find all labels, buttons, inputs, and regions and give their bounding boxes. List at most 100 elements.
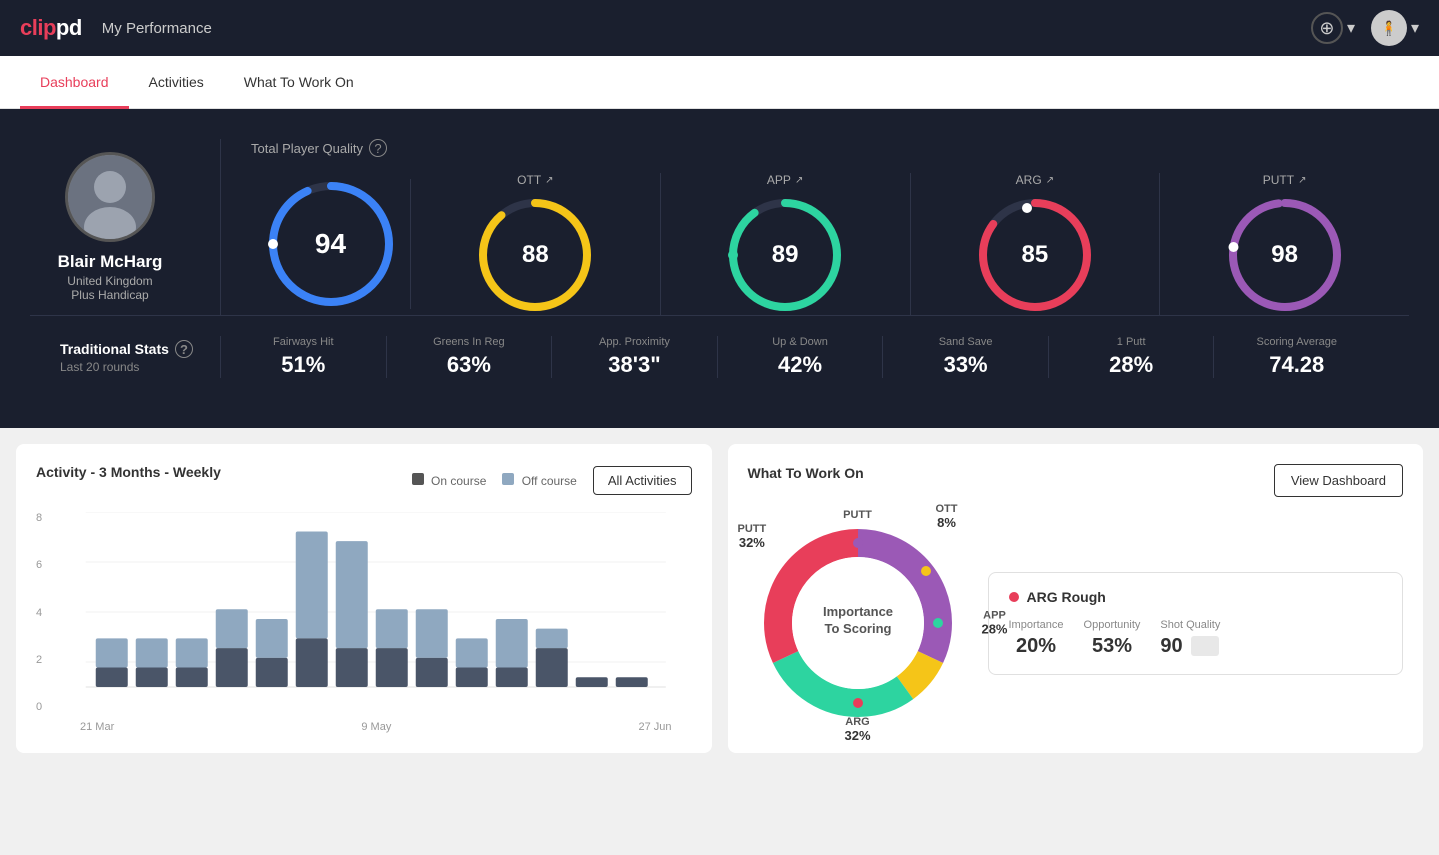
top-nav: clippd My Performance ⊕ ▾ 🧍 ▾ — [0, 0, 1439, 56]
putt-label: PUTT ↗ — [1263, 173, 1307, 187]
putt-circle: 98 — [1225, 195, 1345, 315]
quality-circles: 94 OTT ↗ 88 — [251, 173, 1409, 315]
trad-label: Traditional Stats ? Last 20 rounds — [60, 340, 220, 374]
arg-arrow-icon: ↗ — [1046, 175, 1054, 186]
tab-activities[interactable]: Activities — [129, 56, 224, 109]
arg-circle: 85 — [975, 195, 1095, 315]
arg-value: 85 — [1022, 241, 1049, 269]
arg-rough-card: ARG Rough Importance 20% Opportunity 53%… — [988, 572, 1404, 675]
legend-on-course-dot — [412, 473, 424, 485]
quality-info-icon[interactable]: ? — [369, 139, 387, 157]
tab-what-to-work-on[interactable]: What To Work On — [224, 56, 374, 109]
label-ott: OTT 8% — [936, 503, 958, 530]
nav-avatar-dropdown[interactable]: 🧍 ▾ — [1371, 10, 1419, 46]
stat-greens: Greens In Reg 63% — [386, 336, 552, 378]
trad-info-icon[interactable]: ? — [175, 340, 193, 358]
logo-clip-part: clip — [20, 15, 56, 40]
ott-circle: 88 — [475, 195, 595, 315]
donut-svg: Importance To Scoring — [748, 513, 968, 733]
arg-rough-title: ARG Rough — [1009, 589, 1383, 605]
chart-x-labels: 21 Mar 9 May 27 Jun — [60, 721, 692, 733]
label-app: APP 28% — [981, 610, 1007, 637]
nav-add-chevron: ▾ — [1347, 18, 1355, 38]
nav-add-dropdown[interactable]: ⊕ ▾ — [1311, 12, 1355, 44]
nav-title: My Performance — [102, 20, 212, 37]
stat-oneputt: 1 Putt 28% — [1048, 336, 1214, 378]
hero-section: Blair McHarg United Kingdom Plus Handica… — [0, 109, 1439, 428]
chart-controls: On course Off course All Activities — [412, 466, 692, 495]
arg-rough-metrics: Importance 20% Opportunity 53% Shot Qual… — [1009, 619, 1383, 658]
ott-value: 88 — [522, 241, 549, 269]
profile-section: Blair McHarg United Kingdom Plus Handica… — [30, 152, 190, 302]
arg-label: ARG ↗ — [1016, 173, 1054, 187]
nav-right: ⊕ ▾ 🧍 ▾ — [1311, 10, 1419, 46]
stat-updown: Up & Down 42% — [717, 336, 883, 378]
main-score-value: 94 — [315, 228, 346, 260]
view-dashboard-button[interactable]: View Dashboard — [1274, 464, 1403, 497]
nav-add-button[interactable]: ⊕ — [1311, 12, 1343, 44]
app-label: APP ↗ — [767, 173, 803, 187]
chart-header: Activity - 3 Months - Weekly On course O… — [36, 464, 692, 496]
wtwo-header: What To Work On View Dashboard — [748, 464, 1404, 497]
metric-importance: Importance 20% — [1009, 619, 1064, 658]
shot-quality-box — [1191, 636, 1219, 656]
legend-off-course-dot — [502, 473, 514, 485]
trad-label-sub: Last 20 rounds — [60, 360, 220, 374]
logo: clippd — [20, 15, 82, 41]
activity-chart-svg — [60, 512, 692, 712]
putt-arrow-icon: ↗ — [1298, 175, 1306, 186]
putt-value: 98 — [1271, 241, 1298, 269]
stat-scoring: Scoring Average 74.28 — [1213, 336, 1379, 378]
what-to-work-on-panel: What To Work On View Dashboard — [728, 444, 1424, 753]
nav-avatar-chevron: ▾ — [1411, 18, 1419, 38]
donut-chart: Importance To Scoring PUTT PUTT — [748, 513, 968, 733]
app-value: 89 — [772, 241, 799, 269]
stat-fairways: Fairways Hit 51% — [220, 336, 386, 378]
ott-arrow-icon: ↗ — [545, 175, 553, 186]
shot-quality-row: 90 — [1160, 635, 1220, 658]
quality-title: Total Player Quality ? — [251, 139, 1409, 157]
svg-text:Importance: Importance — [822, 604, 892, 619]
svg-text:To Scoring: To Scoring — [824, 621, 891, 636]
profile-country: United Kingdom — [67, 274, 152, 288]
label-putt-pct: PUTT 32% — [738, 523, 767, 550]
donut-wrapper: Importance To Scoring PUTT PUTT — [748, 513, 968, 733]
bottom-panels: Activity - 3 Months - Weekly On course O… — [0, 428, 1439, 769]
chart-title: Activity - 3 Months - Weekly — [36, 464, 221, 480]
chart-body: 8 6 4 2 0 21 Mar 9 May 27 Jun — [36, 512, 692, 733]
label-arg: ARG 32% — [844, 716, 870, 743]
hero-top: Blair McHarg United Kingdom Plus Handica… — [30, 139, 1409, 315]
label-putt: PUTT — [843, 509, 872, 521]
stat-proximity: App. Proximity 38'3" — [551, 336, 717, 378]
main-score-circle: 94 — [266, 179, 396, 309]
arg-rough-dot — [1009, 592, 1019, 602]
ott-label: OTT ↗ — [517, 173, 553, 187]
tab-dashboard[interactable]: Dashboard — [20, 56, 129, 109]
nav-avatar: 🧍 — [1371, 10, 1407, 46]
profile-handicap: Plus Handicap — [71, 288, 148, 302]
metric-shot-quality: Shot Quality 90 — [1160, 619, 1220, 658]
wtwo-title: What To Work On — [748, 465, 864, 481]
logo-text: clippd — [20, 15, 82, 41]
quality-section: Total Player Quality ? 94 — [220, 139, 1409, 315]
legend-off-course: Off course — [502, 473, 576, 488]
chart-legend: On course Off course — [412, 473, 577, 488]
traditional-stats: Traditional Stats ? Last 20 rounds Fairw… — [30, 315, 1409, 398]
app-arrow-icon: ↗ — [795, 175, 803, 186]
tab-bar: Dashboard Activities What To Work On — [0, 56, 1439, 109]
app-circle: 89 — [725, 195, 845, 315]
quality-arg: ARG ↗ 85 — [911, 173, 1161, 315]
all-activities-button[interactable]: All Activities — [593, 466, 692, 495]
trad-label-title: Traditional Stats ? — [60, 340, 220, 358]
quality-main: 94 — [251, 179, 411, 309]
activity-panel: Activity - 3 Months - Weekly On course O… — [16, 444, 712, 753]
wtwo-content: Importance To Scoring PUTT PUTT — [748, 513, 1404, 733]
metric-opportunity: Opportunity 53% — [1084, 619, 1141, 658]
avatar — [65, 152, 155, 242]
logo-pd-part: pd — [56, 15, 82, 40]
chart-y-labels: 8 6 4 2 0 — [36, 512, 42, 733]
quality-putt: PUTT ↗ 98 — [1160, 173, 1409, 315]
profile-name: Blair McHarg — [58, 252, 163, 272]
quality-app: APP ↗ 89 — [661, 173, 911, 315]
stat-sandsave: Sand Save 33% — [882, 336, 1048, 378]
